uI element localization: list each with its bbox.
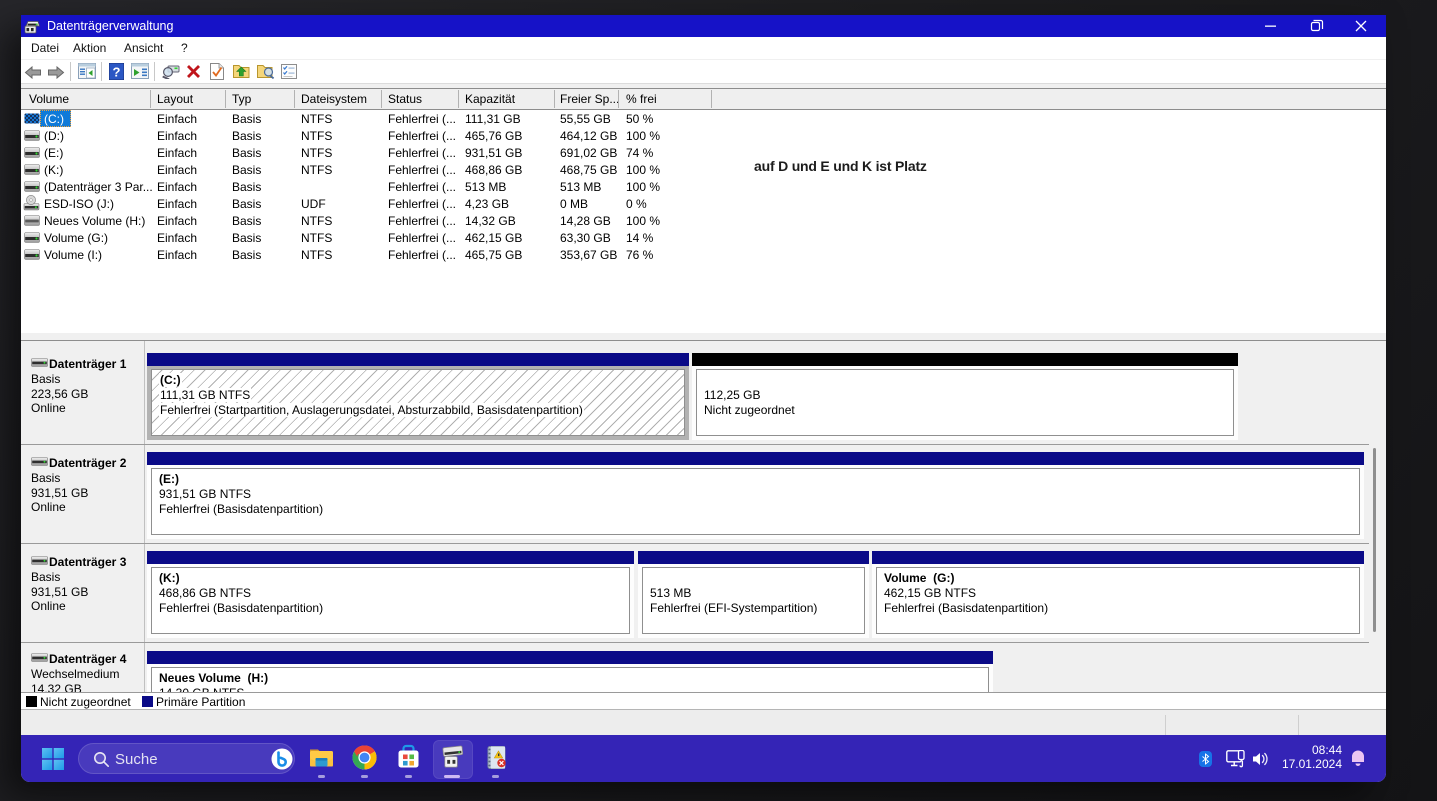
svg-text:?: ? — [113, 65, 121, 80]
